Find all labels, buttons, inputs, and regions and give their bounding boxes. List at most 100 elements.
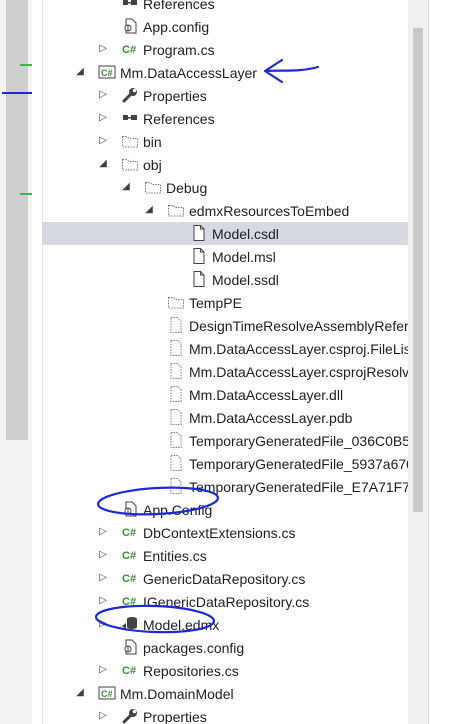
- tree-item-label: DesignTimeResolveAssemblyReferencesInput…: [189, 318, 408, 334]
- tree-item-label: bin: [143, 134, 162, 150]
- tree-item[interactable]: ▷ C# GenericDataRepository.cs: [42, 567, 408, 590]
- tree-item[interactable]: Mm.DataAccessLayer.csprojResolveAssembly…: [42, 360, 408, 383]
- document-icon: [190, 247, 208, 265]
- tree-item[interactable]: ▷ Properties: [42, 705, 408, 724]
- tree-item[interactable]: ▷ C# DbContextExtensions.cs: [42, 521, 408, 544]
- document-dashed-icon: [167, 316, 185, 334]
- tree-item-label: edmxResourcesToEmbed: [189, 203, 350, 219]
- tree-item[interactable]: Mm.DataAccessLayer.pdb: [42, 406, 408, 429]
- collapsed-arrow-icon[interactable]: ▷: [97, 40, 109, 58]
- tree-item[interactable]: packages.config: [42, 636, 408, 659]
- collapsed-arrow-icon[interactable]: ▷: [97, 661, 109, 679]
- collapsed-arrow-icon[interactable]: ▷: [97, 546, 109, 564]
- collapsed-arrow-icon[interactable]: ▷: [97, 523, 109, 541]
- tree-item[interactable]: TempPE: [42, 291, 408, 314]
- expanded-arrow-icon[interactable]: ◢: [97, 155, 109, 173]
- wrench-icon: [121, 707, 139, 724]
- tree-item[interactable]: DesignTimeResolveAssemblyReferencesInput…: [42, 314, 408, 337]
- svg-text:C#: C#: [101, 689, 113, 699]
- tree-item[interactable]: ▷ bin: [42, 130, 408, 153]
- svg-text:C#: C#: [101, 68, 113, 78]
- document-dashed-icon: [167, 362, 185, 380]
- tree-item[interactable]: ◢ obj: [42, 153, 408, 176]
- config-file-icon: [121, 500, 139, 518]
- tree-item-label: Mm.DataAccessLayer.dll: [189, 387, 344, 403]
- gutter-change-marker: [20, 193, 32, 195]
- tree-item[interactable]: Model.csdl: [42, 222, 408, 245]
- svg-text:C#: C#: [122, 573, 136, 585]
- document-dashed-icon: [167, 385, 185, 403]
- tree-item-label: TemporaryGeneratedFile_5937a670-0e60-407…: [189, 456, 408, 472]
- tree-item[interactable]: ▷ References: [42, 107, 408, 130]
- document-dashed-icon: [167, 339, 185, 357]
- svg-text:C#: C#: [122, 665, 136, 677]
- expanded-arrow-icon[interactable]: ◢: [74, 63, 86, 81]
- tree-item[interactable]: TemporaryGeneratedFile_5937a670-0e60-407…: [42, 452, 408, 475]
- edmx-model-icon: [121, 615, 139, 633]
- tree-item-label: App.Config: [143, 502, 213, 518]
- tree-item-label: App.config: [143, 19, 210, 35]
- collapsed-arrow-icon[interactable]: ▷: [97, 592, 109, 610]
- vertical-scrollbar-thumb[interactable]: [413, 28, 423, 512]
- tree-item-label: Mm.DataAccessLayer.pdb: [189, 410, 353, 426]
- collapsed-arrow-icon[interactable]: ▷: [97, 86, 109, 104]
- svg-text:C#: C#: [122, 596, 136, 608]
- tree-item[interactable]: ◢ C# Mm.DataAccessLayer: [42, 61, 408, 84]
- tree-item[interactable]: TemporaryGeneratedFile_E7A71F73-0F8D-4B9…: [42, 475, 408, 498]
- csharp-file-icon: C#: [121, 661, 139, 679]
- tree-item-label: obj: [143, 157, 162, 173]
- tree-item-label: TemporaryGeneratedFile_E7A71F73-0F8D-4B9…: [189, 479, 408, 495]
- tree-item-label: Repositories.cs: [143, 663, 239, 679]
- tree-item[interactable]: References: [42, 0, 408, 15]
- collapsed-arrow-icon[interactable]: ▷: [97, 569, 109, 587]
- left-scrollbar-thumb[interactable]: [6, 0, 28, 440]
- svg-text:C#: C#: [122, 527, 136, 539]
- tree-item-label: GenericDataRepository.cs: [143, 571, 306, 587]
- tree-item[interactable]: Mm.DataAccessLayer.dll: [42, 383, 408, 406]
- tree-item[interactable]: ▷ C# Repositories.cs: [42, 659, 408, 682]
- tree-item[interactable]: ▷ C# IGenericDataRepository.cs: [42, 590, 408, 613]
- tree-item[interactable]: App.Config: [42, 498, 408, 521]
- tree-item[interactable]: ◢ Debug: [42, 176, 408, 199]
- config-file-icon: [121, 638, 139, 656]
- gutter-line-marker: [2, 92, 32, 94]
- collapsed-arrow-icon[interactable]: ▷: [97, 615, 109, 633]
- tree-item[interactable]: Model.ssdl: [42, 268, 408, 291]
- tree-item-label: DbContextExtensions.cs: [143, 525, 296, 541]
- tree-item[interactable]: Model.msl: [42, 245, 408, 268]
- tree-item-label: Mm.DataAccessLayer.csproj.FileListAbsolu…: [189, 341, 408, 357]
- collapsed-arrow-icon[interactable]: ▷: [97, 132, 109, 150]
- gutter-change-marker: [20, 64, 32, 66]
- tree-item-label: References: [143, 0, 215, 12]
- tree-item[interactable]: ▷ Model.edmx: [42, 613, 408, 636]
- solution-explorer-tree: References App.config ▷ C# Program.cs ◢ C# Mm.D…: [42, 0, 408, 724]
- tree-item[interactable]: Mm.DataAccessLayer.csproj.FileListAbsolu…: [42, 337, 408, 360]
- csharp-project-icon: C#: [98, 63, 116, 81]
- tree-item[interactable]: TemporaryGeneratedFile_036C0B5B-1481-432…: [42, 429, 408, 452]
- tree-item[interactable]: ▷ C# Entities.cs: [42, 544, 408, 567]
- expanded-arrow-icon[interactable]: ◢: [120, 178, 132, 196]
- tree-item-label: Program.cs: [143, 42, 215, 58]
- svg-text:C#: C#: [122, 550, 136, 562]
- tree-item-label: TempPE: [189, 295, 242, 311]
- vertical-scrollbar[interactable]: [408, 0, 428, 724]
- collapsed-arrow-icon[interactable]: ▷: [97, 707, 109, 724]
- expanded-arrow-icon[interactable]: ◢: [143, 201, 155, 219]
- document-dashed-icon: [167, 408, 185, 426]
- tree-item[interactable]: App.config: [42, 15, 408, 38]
- csharp-file-icon: C#: [121, 592, 139, 610]
- tree-item[interactable]: ▷ C# Program.cs: [42, 38, 408, 61]
- csharp-project-icon: C#: [98, 684, 116, 702]
- tree-item[interactable]: ◢ C# Mm.DomainModel: [42, 682, 408, 705]
- tree-item-label: Model.edmx: [143, 617, 220, 633]
- tree-item[interactable]: ◢ edmxResourcesToEmbed: [42, 199, 408, 222]
- collapsed-arrow-icon[interactable]: ▷: [97, 109, 109, 127]
- left-panel-strip: [0, 0, 32, 724]
- expanded-arrow-icon[interactable]: ◢: [74, 684, 86, 702]
- tree-item[interactable]: ▷ Properties: [42, 84, 408, 107]
- tree-item-label: Model.csdl: [212, 226, 279, 242]
- document-dashed-icon: [167, 431, 185, 449]
- references-icon: [121, 0, 139, 12]
- tree-item-label: Debug: [166, 180, 208, 196]
- csharp-file-icon: C#: [121, 569, 139, 587]
